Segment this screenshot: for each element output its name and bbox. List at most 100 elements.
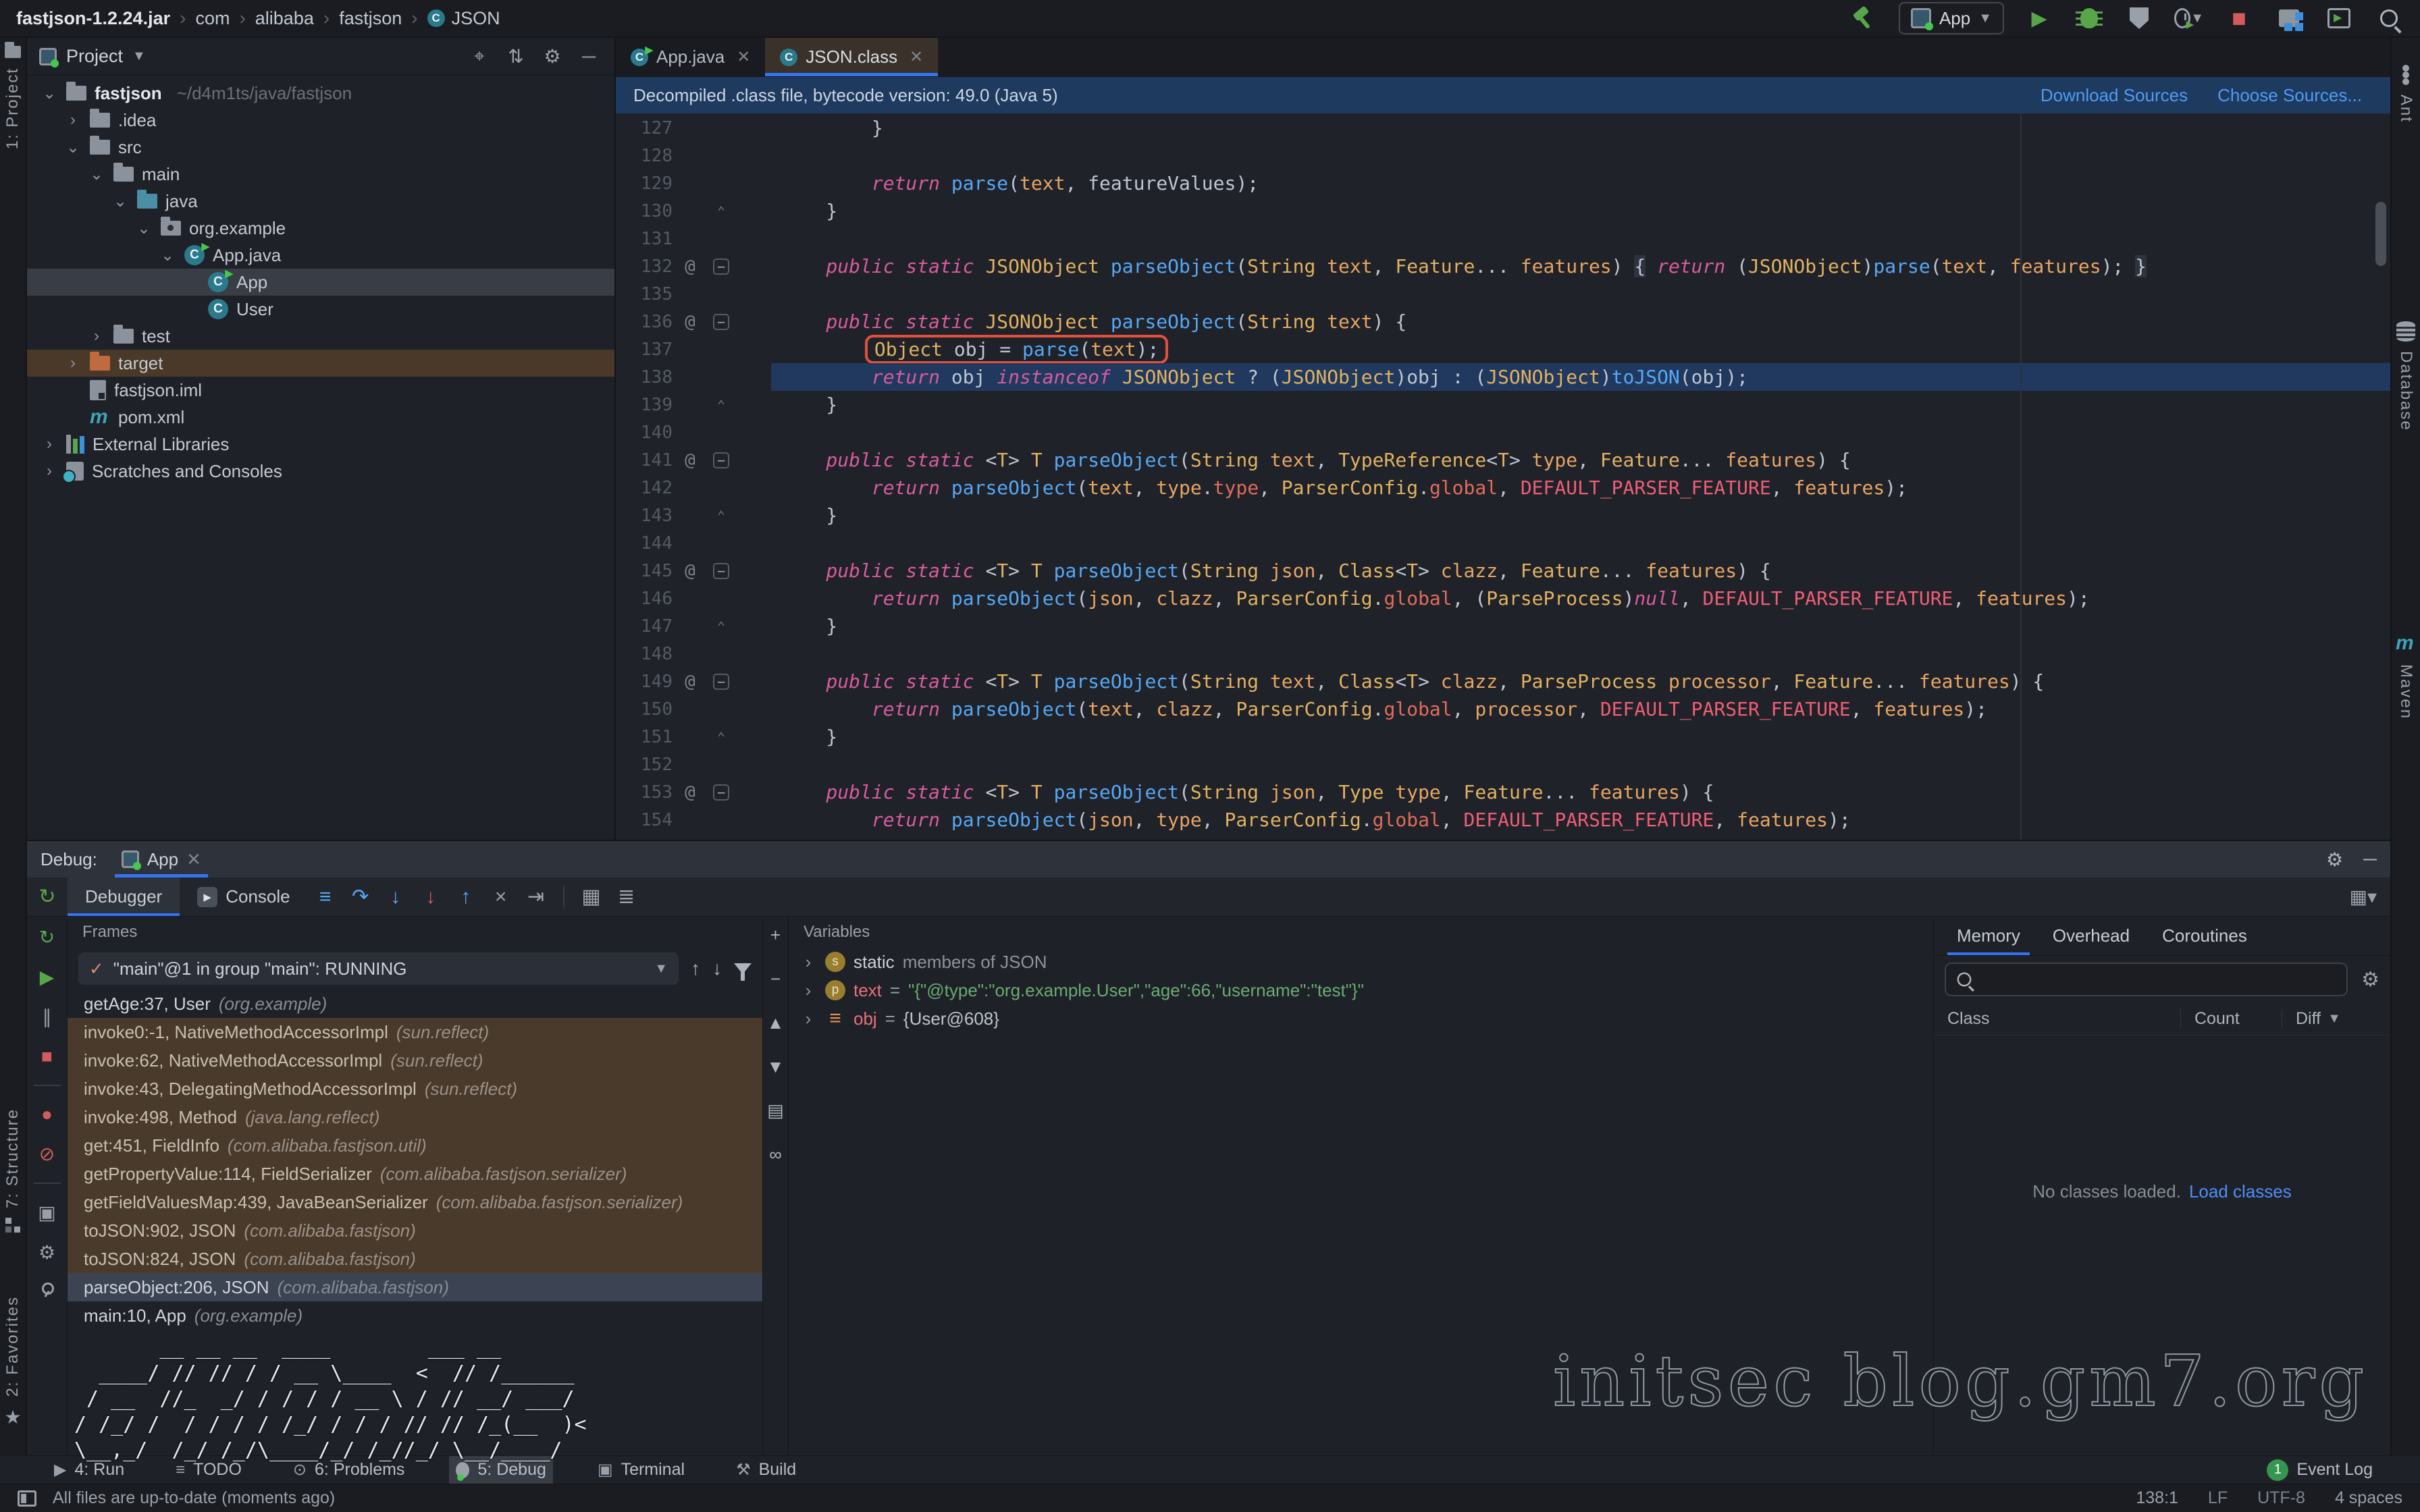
frame-row[interactable]: getPropertyValue:114, FieldSerializer(co… (68, 1160, 762, 1188)
fold-marker[interactable]: − (708, 452, 735, 468)
load-classes-link[interactable]: Load classes (2189, 1181, 2292, 1202)
tree-item-external-libraries[interactable]: ›External Libraries (27, 431, 614, 458)
tree-item-java[interactable]: ⌄java (27, 188, 614, 215)
variable-row[interactable]: ›ptext = "{"@type":"org.example.User","a… (789, 976, 1933, 1004)
fold-marker[interactable]: ⌃ (708, 508, 735, 524)
gutter[interactable]: 145@− (616, 557, 771, 585)
frame-row[interactable]: invoke:43, DelegatingMethodAccessorImpl(… (68, 1075, 762, 1103)
tree-item-test[interactable]: ›test (27, 323, 614, 350)
column-class[interactable]: Class (1934, 1009, 2181, 1028)
code-editor[interactable]: 127 }128129 return parse(text, featureVa… (616, 114, 2390, 840)
settings-gear-icon[interactable]: ⚙ (539, 45, 566, 68)
trace-settings-icon[interactable]: ≣ (609, 885, 644, 909)
hide-panel-icon[interactable]: ─ (2363, 848, 2377, 871)
banner-link[interactable]: Choose Sources... (2217, 85, 2362, 106)
gutter[interactable]: 142 (616, 474, 771, 502)
fold-icon[interactable]: − (713, 784, 729, 801)
settings-icon[interactable]: ⚙ (38, 1241, 55, 1264)
view-breakpoints-icon[interactable]: ● (41, 1104, 53, 1125)
status-segment[interactable]: 4 spaces (2335, 1488, 2402, 1508)
profiler-button[interactable]: ▼ (2174, 3, 2204, 33)
frame-row[interactable]: toJSON:824, JSON(com.alibaba.fastjson) (68, 1245, 762, 1273)
gutter[interactable]: 141@− (616, 446, 771, 474)
chevron-icon[interactable]: ⌄ (135, 219, 153, 238)
fold-marker[interactable]: ⌃ (708, 397, 735, 413)
fold-marker[interactable]: − (708, 784, 735, 801)
chevron-down-icon[interactable]: ▼ (132, 49, 146, 64)
frame-row[interactable]: getAge:37, User(org.example) (68, 990, 762, 1018)
chevron-icon[interactable]: ⌄ (111, 192, 129, 211)
fold-icon[interactable]: − (713, 259, 729, 275)
fold-marker[interactable]: − (708, 314, 735, 330)
tree-item-target[interactable]: ›target (27, 350, 614, 377)
gutter[interactable]: 153@− (616, 778, 771, 806)
chevron-icon[interactable]: ⌄ (64, 138, 82, 157)
debug-session-tab[interactable]: App ✕ (115, 841, 208, 878)
hide-panel-icon[interactable]: ─ (575, 46, 602, 68)
gutter[interactable]: 150 (616, 695, 771, 723)
sidebar-item-favorites[interactable]: 2: Favorites ★ (0, 1296, 26, 1428)
resume-icon[interactable]: ▶ (40, 966, 55, 988)
pin-icon[interactable] (39, 1281, 55, 1297)
collapse-all-icon[interactable]: ⇅ (502, 45, 529, 68)
tree-item-app[interactable]: CApp (27, 269, 614, 296)
gutter[interactable]: 131 (616, 225, 771, 252)
frame-row[interactable]: invoke:62, NativeMethodAccessorImpl(sun.… (68, 1046, 762, 1075)
frame-row[interactable]: toJSON:902, JSON(com.alibaba.fastjson) (68, 1216, 762, 1245)
gutter[interactable]: 154 (616, 806, 771, 834)
toolbar-item-problems[interactable]: ⊙6: Problems (286, 1456, 412, 1484)
frame-row[interactable]: getFieldValuesMap:439, JavaBeanSerialize… (68, 1188, 762, 1216)
frame-row[interactable]: invoke:498, Method(java.lang.reflect) (68, 1103, 762, 1131)
gutter[interactable]: 127 (616, 114, 771, 142)
get-thread-dump-icon[interactable]: ▣ (38, 1202, 55, 1224)
gutter[interactable]: 129 (616, 169, 771, 197)
chevron-icon[interactable]: ⌄ (41, 84, 58, 103)
chevron-icon[interactable]: › (41, 435, 58, 454)
tree-item-pom-xml[interactable]: mpom.xml (27, 404, 614, 431)
rerun-icon[interactable]: ↻ (27, 885, 68, 909)
settings-gear-icon[interactable]: ⚙ (2361, 968, 2379, 992)
fold-marker[interactable]: ⌃ (708, 618, 735, 634)
search-everywhere-icon[interactable] (2374, 3, 2404, 33)
chevron-right-icon[interactable]: › (799, 980, 817, 1001)
fold-icon[interactable]: − (713, 674, 729, 690)
frame-row[interactable]: get:451, FieldInfo(com.alibaba.fastjson.… (68, 1131, 762, 1160)
toolbar-item-todo[interactable]: ≡TODO (169, 1456, 248, 1484)
step-out-icon[interactable]: ↑ (448, 886, 483, 909)
tree-item-org-example[interactable]: ⌄org.example (27, 215, 614, 242)
filter-icon[interactable] (734, 963, 752, 974)
gutter[interactable]: 147⌃ (616, 612, 771, 640)
tab-memory[interactable]: Memory (1941, 917, 2036, 955)
layout-icon[interactable] (18, 1490, 36, 1507)
fold-marker[interactable]: ⌃ (708, 729, 735, 745)
rerun-icon[interactable]: ↻ (39, 926, 55, 948)
tab-debugger[interactable]: Debugger (68, 878, 180, 916)
event-log-button[interactable]: 1 Event Log (2267, 1459, 2373, 1481)
sidebar-item-database[interactable]: Database (2392, 321, 2420, 431)
sidebar-item-maven[interactable]: m Maven (2392, 632, 2420, 720)
breadcrumb-item[interactable]: CJSON (427, 8, 500, 29)
gutter[interactable]: 152 (616, 751, 771, 778)
tree-item-src[interactable]: ⌄src (27, 134, 614, 161)
variable-row[interactable]: ›≡obj = {User@608} (789, 1004, 1933, 1033)
coverage-button[interactable] (2124, 3, 2154, 33)
gutter[interactable]: 139⌃ (616, 391, 771, 418)
gutter[interactable]: 149@− (616, 668, 771, 695)
force-step-into-icon[interactable]: ↓ (413, 886, 448, 909)
toolbar-item-run[interactable]: ▶4: Run (47, 1456, 131, 1484)
tab-json-class[interactable]: CJSON.class✕ (765, 38, 938, 76)
remove-watch-icon[interactable]: − (770, 969, 781, 990)
chevron-icon[interactable]: ⌄ (88, 165, 105, 184)
tab-overhead[interactable]: Overhead (2036, 917, 2146, 955)
column-count[interactable]: Count (2181, 1009, 2282, 1028)
gutter[interactable]: 151⌃ (616, 723, 771, 751)
locate-file-icon[interactable]: ⌖ (466, 45, 493, 68)
gutter[interactable]: 132@− (616, 252, 771, 280)
close-icon[interactable]: ✕ (737, 47, 750, 67)
fold-marker[interactable]: − (708, 259, 735, 275)
status-segment[interactable]: UTF-8 (2257, 1488, 2305, 1508)
stop-button[interactable]: ■ (2224, 3, 2254, 33)
move-up-icon[interactable]: ▲ (767, 1013, 785, 1033)
banner-link[interactable]: Download Sources (2041, 85, 2188, 106)
tab-app-java[interactable]: CApp.java✕ (616, 38, 765, 76)
